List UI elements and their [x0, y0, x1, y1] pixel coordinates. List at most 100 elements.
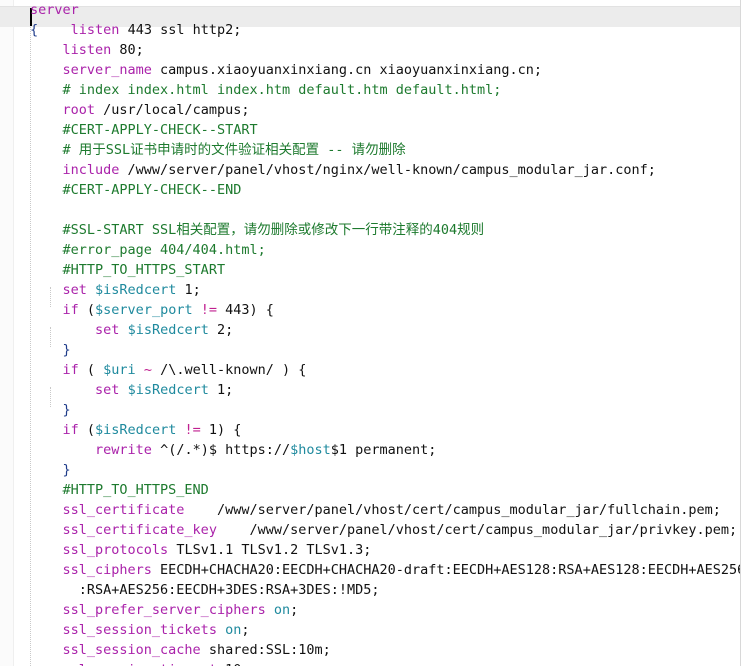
code-token: if	[62, 422, 79, 438]
code-line[interactable]: #HTTP_TO_HTTPS_END	[0, 480, 745, 500]
code-token: set	[95, 382, 120, 398]
code-token: #CERT-APPLY-CHECK--END	[62, 182, 242, 198]
code-token: 1;	[176, 282, 201, 298]
code-token: # index index.html index.htm default.htm…	[62, 82, 502, 98]
code-line[interactable]: if ($server_port != 443) {	[0, 300, 745, 320]
code-token: ssl_certificate	[62, 502, 185, 518]
code-token: /www/server/panel/vhost/cert/campus_modu…	[184, 502, 721, 518]
code-line[interactable]: #HTTP_TO_HTTPS_START	[0, 260, 745, 280]
code-line[interactable]: # index index.html index.htm default.htm…	[0, 80, 745, 100]
code-line[interactable]: ssl_protocols TLSv1.1 TLSv1.2 TLSv1.3;	[0, 540, 745, 560]
code-line[interactable]: root /usr/local/campus;	[0, 100, 745, 120]
code-token: campus.xiaoyuanxinxiang.cn xiaoyuanxinxi…	[151, 62, 543, 78]
code-token: ssl_certificate_key	[62, 522, 217, 538]
code-token: 1;	[208, 382, 234, 398]
code-token: ~	[143, 362, 152, 378]
code-token: 2;	[208, 322, 234, 338]
code-token: #HTTP_TO_HTTPS_START	[62, 262, 226, 278]
code-token: server_name	[62, 62, 152, 78]
code-line[interactable]: if ( $uri ~ /\.well-known/ ) {	[0, 360, 745, 380]
code-line[interactable]: server_name campus.xiaoyuanxinxiang.cn x…	[0, 60, 745, 80]
code-token: /usr/local/campus;	[95, 102, 250, 118]
code-token: shared:SSL:10m;	[200, 642, 331, 658]
code-line[interactable]: #CERT-APPLY-CHECK--START	[0, 120, 745, 140]
code-token: #HTTP_TO_HTTPS_END	[62, 482, 209, 498]
code-line[interactable]: }	[0, 400, 745, 420]
code-line[interactable]: :RSA+AES256:EECDH+3DES:RSA+3DES:!MD5;	[0, 580, 745, 600]
code-line[interactable]: if ($isRedcert != 1) {	[0, 420, 745, 440]
code-line[interactable]: ssl_session_cache shared:SSL:10m;	[0, 640, 745, 660]
code-token: on	[225, 622, 242, 638]
code-token: $isRedcert	[127, 322, 209, 338]
code-token: ^(/.*)$ https://	[151, 442, 291, 458]
code-token: 10m;	[217, 662, 258, 666]
code-token: {	[30, 22, 39, 38]
code-token: on	[273, 602, 291, 618]
code-line[interactable]: #SSL-START SSL相关配置，请勿删除或修改下一行带注释的404规则	[0, 220, 745, 240]
code-token: !=	[200, 302, 217, 318]
editor-right-padding	[741, 0, 745, 666]
code-line[interactable]: rewrite ^(/.*)$ https://$host$1 permanen…	[0, 440, 745, 460]
code-line[interactable]: ssl_certificate_key /www/server/panel/vh…	[0, 520, 745, 540]
code-token: }	[62, 402, 71, 418]
code-line[interactable]: ssl_certificate /www/server/panel/vhost/…	[0, 500, 745, 520]
code-token: (	[78, 422, 96, 438]
code-line[interactable]: # 用于SSL证书申请时的文件验证相关配置 -- 请勿删除	[0, 140, 745, 160]
code-line[interactable]: set $isRedcert 1;	[0, 280, 745, 300]
code-token: ssl_ciphers	[62, 562, 152, 578]
code-token: set	[62, 282, 87, 298]
code-editor[interactable]: server { listen 443 ssl http2; listen 80;…	[0, 0, 745, 666]
code-line[interactable]: ssl_session_tickets on;	[0, 620, 745, 640]
code-token: #CERT-APPLY-CHECK--START	[62, 122, 258, 138]
code-line[interactable]: ssl_prefer_server_ciphers on;	[0, 600, 745, 620]
code-line[interactable]: { listen 443 ssl http2;	[0, 20, 745, 40]
code-token: 443 ssl http2;	[119, 22, 242, 38]
code-token: 443) {	[217, 302, 274, 318]
code-token: !=	[184, 422, 201, 438]
code-token: # 用于SSL证书申请时的文件验证相关配置 -- 请勿删除	[62, 142, 406, 158]
code-token: rewrite	[95, 442, 152, 458]
code-token: (	[78, 302, 96, 318]
code-line[interactable]: }	[0, 340, 745, 360]
code-token: #SSL-START SSL相关配置，请勿删除或修改下一行带注释的404规则	[62, 222, 485, 238]
code-line[interactable]: ssl_ciphers EECDH+CHACHA20:EECDH+CHACHA2…	[0, 560, 745, 580]
code-token: ;	[241, 622, 250, 638]
code-content[interactable]: server { listen 443 ssl http2; listen 80;…	[0, 0, 745, 666]
code-line[interactable]: }	[0, 460, 745, 480]
code-line[interactable]: #error_page 404/404.html;	[0, 240, 745, 260]
code-line[interactable]: include /www/server/panel/vhost/nginx/we…	[0, 160, 745, 180]
code-line[interactable]: set $isRedcert 1;	[0, 380, 745, 400]
code-token: /www/server/panel/vhost/cert/campus_modu…	[216, 522, 738, 538]
code-line[interactable]: listen 80;	[0, 40, 745, 60]
code-line[interactable]: server	[0, 0, 745, 20]
code-line[interactable]: ssl_session_timeout 10m;	[0, 660, 745, 666]
code-token: ssl_session_cache	[62, 642, 201, 658]
code-line[interactable]: set $isRedcert 2;	[0, 320, 745, 340]
code-line[interactable]: ​	[0, 200, 745, 220]
code-token: $isRedcert	[127, 382, 209, 398]
code-token: server	[30, 2, 79, 18]
code-line[interactable]: #CERT-APPLY-CHECK--END	[0, 180, 745, 200]
